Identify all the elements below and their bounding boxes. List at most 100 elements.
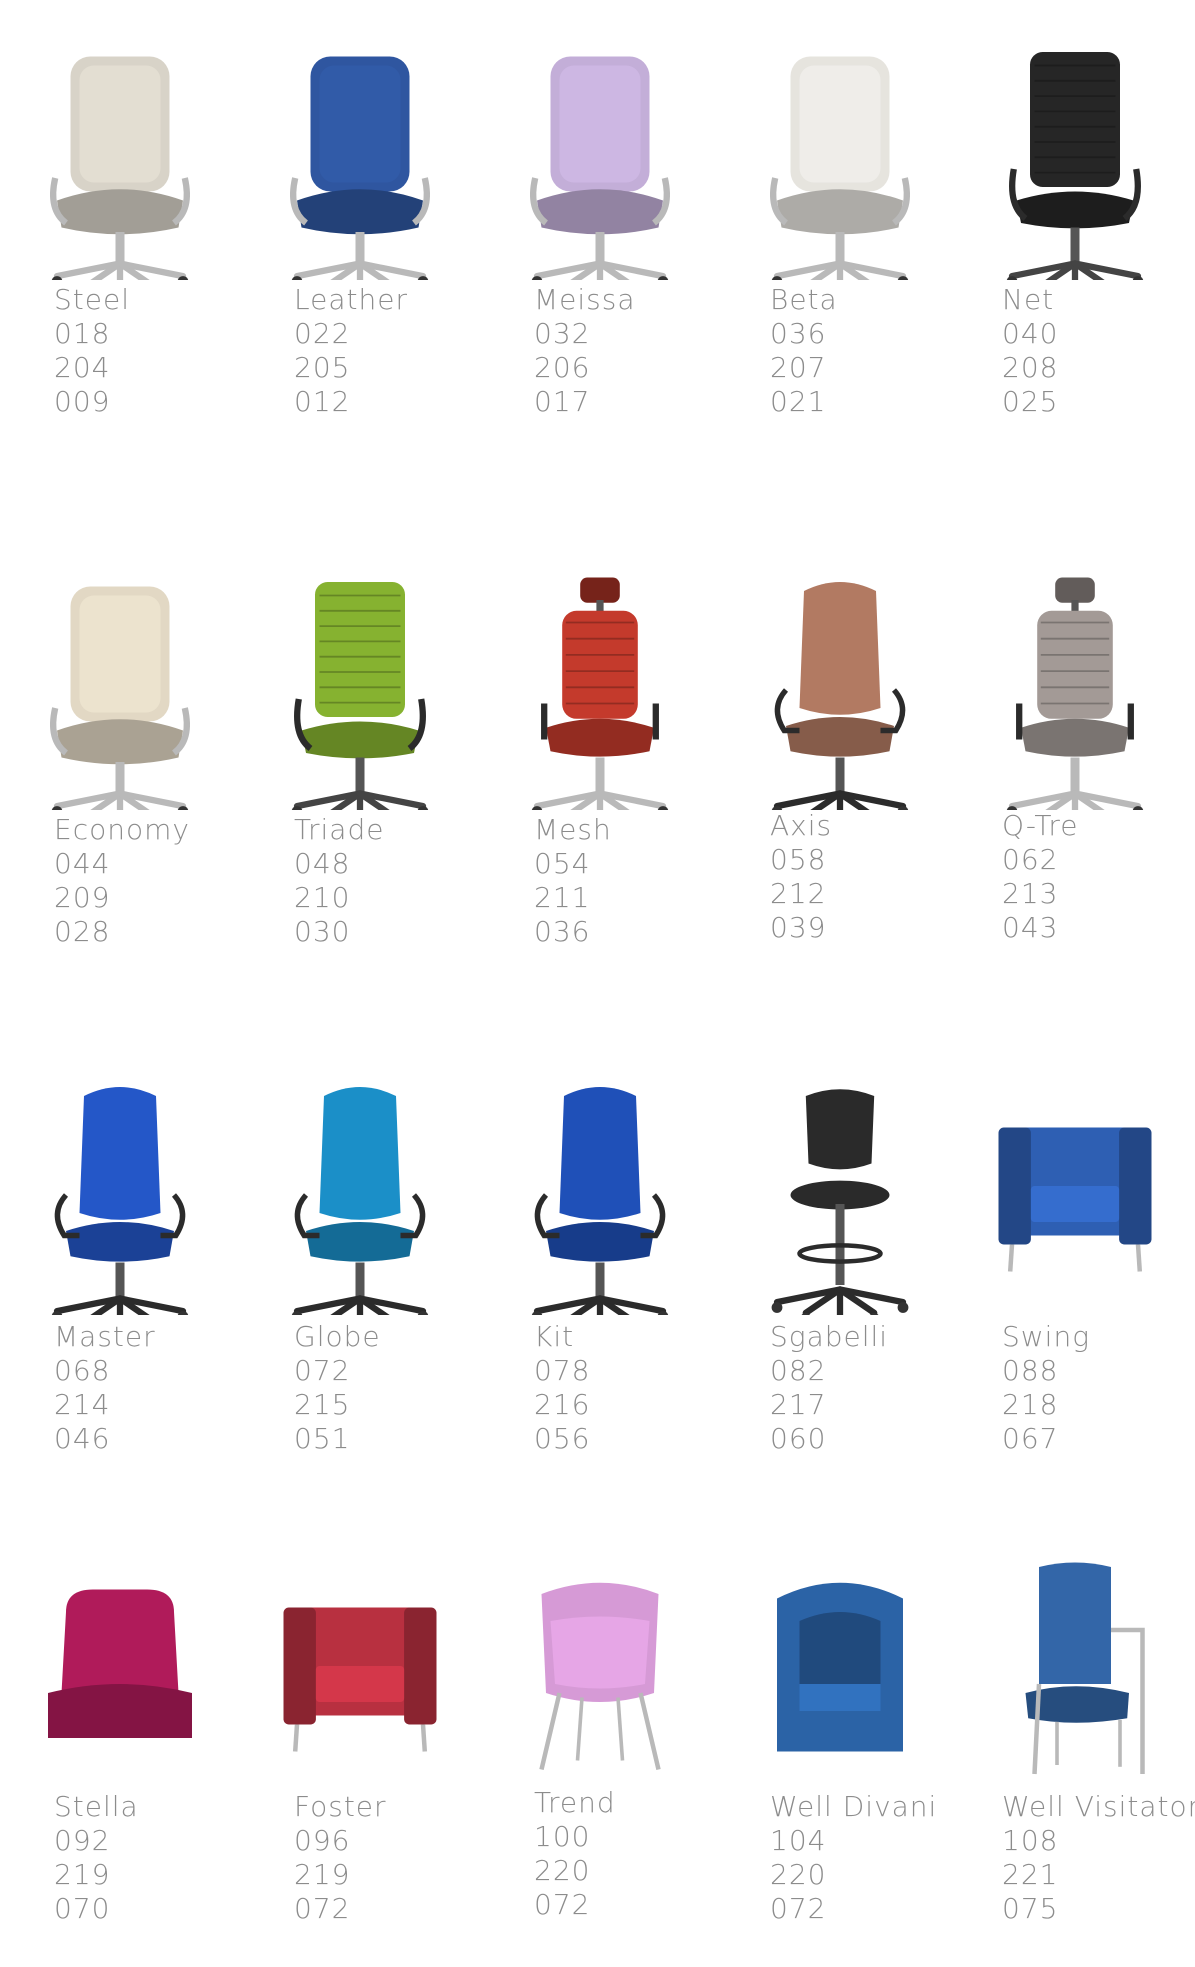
product-code: 072: [770, 1892, 827, 1925]
product-label: Mesh 054 211 036: [534, 813, 612, 949]
executive-chair-icon: [750, 40, 930, 302]
product-code: 070: [54, 1892, 111, 1925]
product-code: 048: [294, 847, 351, 880]
product-name: Well Divani: [770, 1790, 938, 1823]
product-label: Trend 100 220 072: [534, 1786, 616, 1922]
product-code: 221: [1002, 1858, 1059, 1891]
product-code: 046: [54, 1422, 111, 1455]
product-label: Globe 072 215 051: [294, 1320, 381, 1456]
headrest-chair-icon: [510, 570, 690, 832]
task-chair-icon: [270, 1075, 450, 1337]
product-label: Economy 044 209 028: [54, 813, 190, 949]
product-code: 217: [770, 1388, 827, 1421]
product-code: 078: [534, 1354, 591, 1387]
product-code: 219: [54, 1858, 111, 1891]
product-label: Well Divani 104 220 072: [770, 1790, 937, 1926]
product-code: 208: [1002, 351, 1059, 384]
product-label: Q-Tre 062 213 043: [1002, 809, 1078, 945]
product-code: 056: [534, 1422, 591, 1455]
task-chair-icon: [510, 1075, 690, 1337]
product-name: Mesh: [534, 813, 612, 846]
product-code: 216: [534, 1388, 591, 1421]
product-code: 213: [1002, 877, 1059, 910]
product-code: 054: [534, 847, 591, 880]
shell-chair-icon: [510, 1555, 690, 1799]
product-name: Swing: [1002, 1320, 1091, 1353]
product-code: 058: [770, 843, 827, 876]
product-name: Q-Tre: [1002, 809, 1079, 842]
product-code: 104: [770, 1824, 827, 1857]
product-label: Beta 036 207 021: [770, 283, 838, 419]
product-code: 028: [54, 915, 111, 948]
product-label: Foster 096 219 072: [294, 1790, 387, 1926]
product-code: 072: [294, 1892, 351, 1925]
product-label: Net 040 208 025: [1002, 283, 1058, 419]
product-code: 009: [54, 385, 111, 418]
visitor-chair-icon: [985, 1555, 1165, 1799]
product-code: 036: [534, 915, 591, 948]
product-label: Stella 092 219 070: [54, 1790, 139, 1926]
product-code: 207: [770, 351, 827, 384]
headrest-chair-icon: [985, 570, 1165, 832]
product-code: 067: [1002, 1422, 1059, 1455]
product-name: Leather: [294, 283, 408, 316]
executive-chair-icon: [30, 570, 210, 832]
product-code: 039: [770, 911, 827, 944]
product-name: Meissa: [534, 283, 636, 316]
product-code: 096: [294, 1824, 351, 1857]
product-code: 017: [534, 385, 591, 418]
product-code: 108: [1002, 1824, 1059, 1857]
product-code: 072: [294, 1354, 351, 1387]
product-code: 210: [294, 881, 351, 914]
product-code: 204: [54, 351, 111, 384]
mesh-chair-icon: [270, 570, 450, 832]
product-label: Triade 048 210 030: [294, 813, 384, 949]
product-code: 100: [534, 1820, 591, 1853]
executive-chair-icon: [510, 40, 690, 302]
product-label: Well Visitator 108 221 075: [1002, 1790, 1195, 1926]
product-code: 082: [770, 1354, 827, 1387]
product-code: 218: [1002, 1388, 1059, 1421]
product-code: 214: [54, 1388, 111, 1421]
product-code: 220: [770, 1858, 827, 1891]
product-name: Stella: [54, 1790, 139, 1823]
product-code: 206: [534, 351, 591, 384]
executive-chair-icon: [30, 40, 210, 302]
executive-chair-icon: [270, 40, 450, 302]
product-code: 211: [534, 881, 591, 914]
product-code: 021: [770, 385, 827, 418]
product-code: 043: [1002, 911, 1059, 944]
product-code: 018: [54, 317, 111, 350]
product-name: Foster: [294, 1790, 387, 1823]
product-code: 062: [1002, 843, 1059, 876]
tub-chair-icon: [750, 1555, 930, 1799]
product-code: 036: [770, 317, 827, 350]
product-name: Kit: [534, 1320, 575, 1353]
product-label: Leather 022 205 012: [294, 283, 408, 419]
product-name: Net: [1002, 283, 1055, 316]
stool-icon: [750, 1075, 930, 1328]
product-name: Beta: [770, 283, 838, 316]
product-label: Axis 058 212 039: [770, 809, 832, 945]
product-code: 025: [1002, 385, 1059, 418]
product-label: Steel 018 204 009: [54, 283, 130, 419]
mesh-chair-icon: [985, 40, 1165, 302]
product-label: Meissa 032 206 017: [534, 283, 636, 419]
product-name: Steel: [54, 283, 130, 316]
product-code: 215: [294, 1388, 351, 1421]
product-name: Master: [54, 1320, 156, 1353]
product-label: Sgabelli 082 217 060: [770, 1320, 888, 1456]
lounge-seat-icon: [30, 1555, 210, 1799]
product-code: 205: [294, 351, 351, 384]
product-name: Trend: [534, 1786, 616, 1819]
product-name: Triade: [294, 813, 385, 846]
armchair-icon: [985, 1075, 1165, 1319]
product-code: 060: [770, 1422, 827, 1455]
product-code: 051: [294, 1422, 351, 1455]
product-code: 212: [770, 877, 827, 910]
product-code: 040: [1002, 317, 1059, 350]
product-code: 075: [1002, 1892, 1059, 1925]
product-label: Swing 088 218 067: [1002, 1320, 1090, 1456]
product-code: 072: [534, 1888, 591, 1921]
task-chair-icon: [750, 570, 930, 832]
